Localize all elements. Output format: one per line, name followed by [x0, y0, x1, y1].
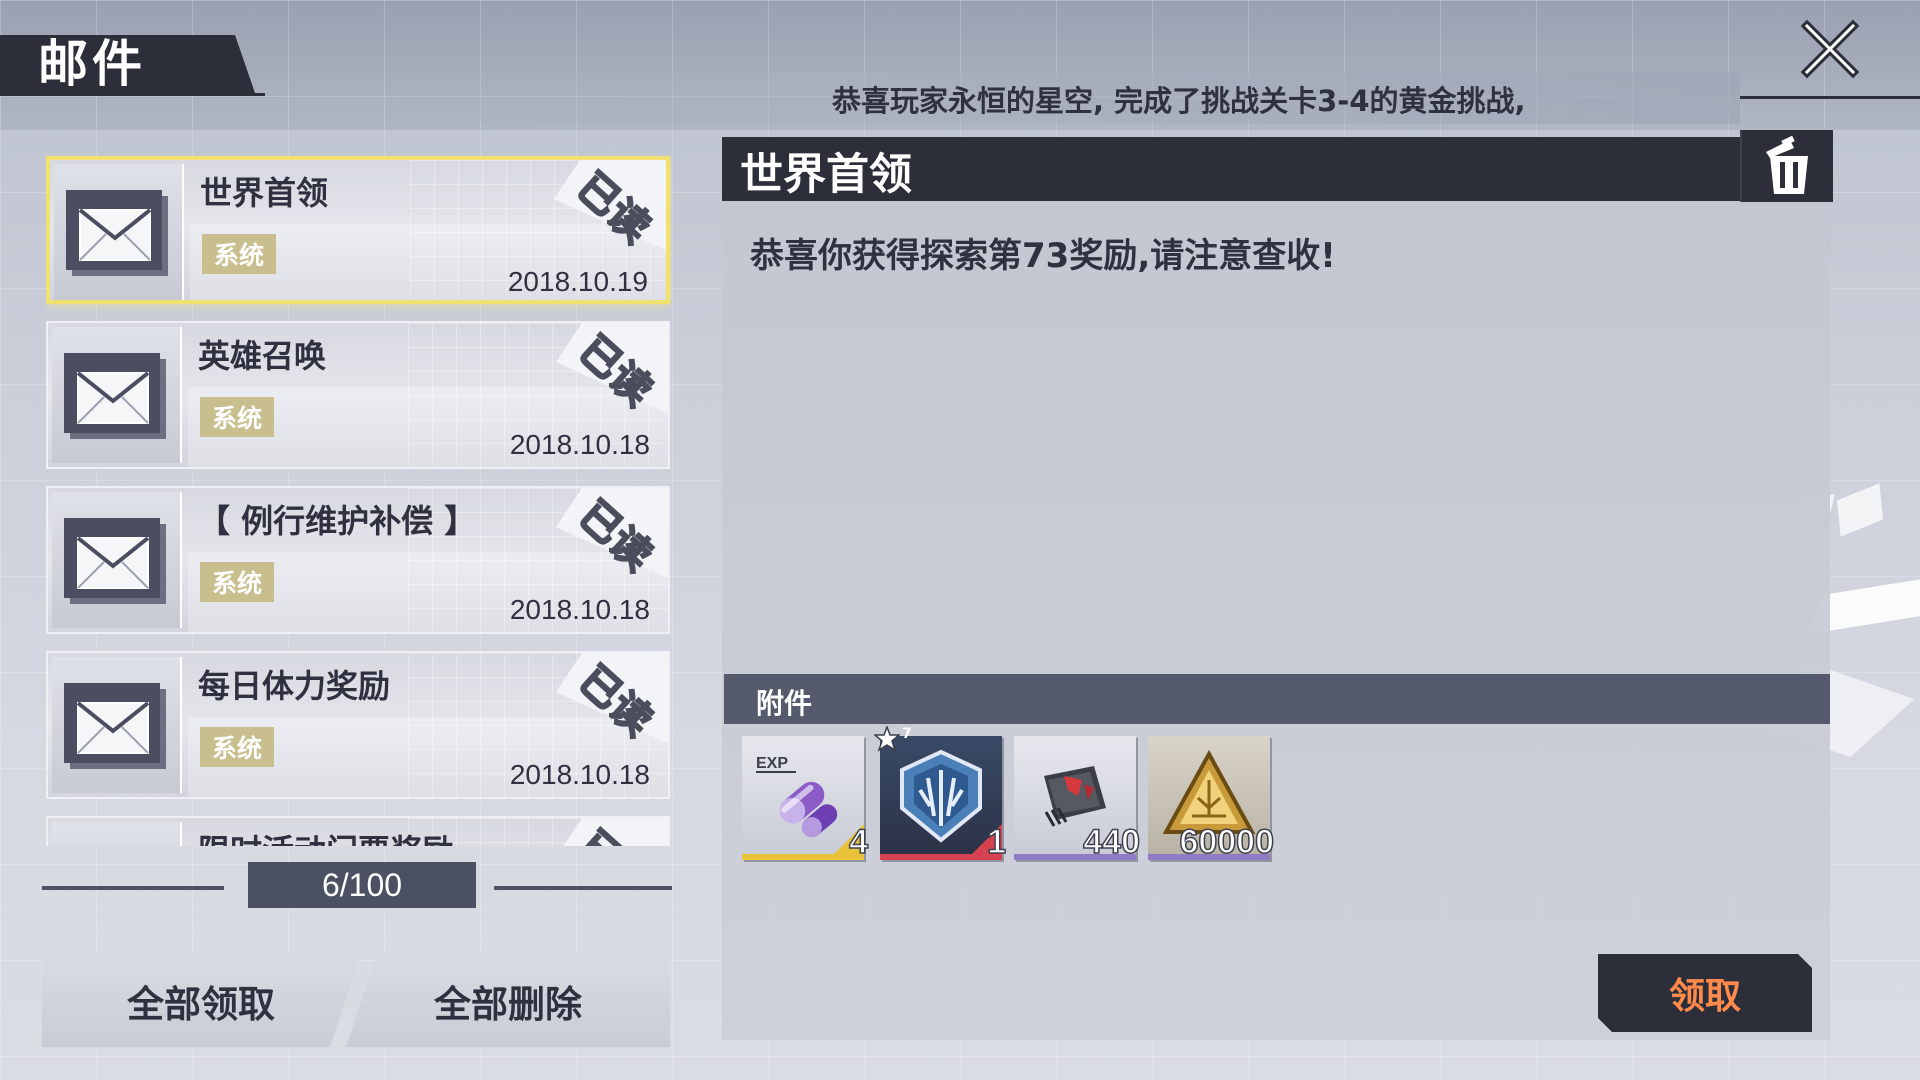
mail-title: 每日体力奖励 — [198, 667, 391, 705]
item-count: 4 — [848, 822, 868, 862]
mail-list[interactable]: 世界首领 系统 2018.10.19 已读 英雄召唤 系统 2018.10.18… — [46, 156, 672, 846]
envelope-box — [52, 822, 182, 846]
mail-item[interactable]: 世界首领 系统 2018.10.19 已读 — [46, 156, 670, 304]
svg-text:EXP: EXP — [756, 755, 788, 772]
delete-mail-button[interactable] — [1740, 130, 1833, 202]
envelope-icon — [62, 842, 172, 846]
mail-item[interactable]: 英雄召唤 系统 2018.10.18 已读 — [46, 321, 670, 469]
read-stamp: 已读 — [556, 323, 668, 417]
envelope-icon — [64, 683, 166, 769]
mail-item[interactable]: 每日体力奖励 系统 2018.10.18 已读 — [46, 651, 670, 799]
attachments-header — [724, 674, 1830, 724]
mail-body-text: 恭喜你获得探索第73奖励,请注意查收! — [750, 236, 1336, 276]
envelope-icon — [66, 190, 168, 276]
crest-shield-icon — [900, 749, 982, 843]
mail-title: 限时活动门票奖励 — [198, 826, 454, 846]
mail-tag: 系统 — [200, 727, 274, 767]
mail-title: 世界首领 — [200, 174, 329, 212]
read-stamp: 已读 — [556, 653, 668, 747]
envelope-box — [54, 164, 184, 300]
item-count: 1 — [986, 822, 1006, 862]
mail-item[interactable]: 限时活动门票奖励 系统 已读 — [46, 816, 670, 846]
envelope-icon — [64, 353, 166, 439]
mail-tag: 系统 — [202, 234, 276, 274]
counter-line-left — [42, 886, 224, 890]
claim-all-button[interactable]: 全部领取 — [42, 955, 360, 1047]
mail-tag: 系统 — [200, 397, 274, 437]
mail-title: 【 例行维护补偿 】 — [198, 502, 477, 540]
star-icon — [874, 726, 900, 752]
mail-date: 2018.10.18 — [509, 759, 650, 790]
attachment-item[interactable]: 440 — [1014, 736, 1141, 862]
claim-button[interactable]: 领取 — [1598, 954, 1812, 1032]
envelope-box — [52, 492, 182, 628]
attachment-item[interactable]: 60000 — [1148, 736, 1275, 862]
mail-date: 2018.10.18 — [509, 594, 650, 625]
mail-date: 2018.10.19 — [507, 266, 648, 297]
read-stamp: 已读 — [554, 160, 666, 254]
corner-line — [1740, 96, 1920, 99]
close-button[interactable] — [1795, 14, 1865, 84]
attachment-item[interactable]: EXP 4 — [742, 736, 869, 862]
item-level: 7 — [902, 726, 912, 742]
close-icon — [1800, 19, 1860, 79]
detail-title: 世界首领 — [740, 150, 912, 200]
item-count: 440 — [1083, 822, 1141, 862]
exp-capsule-icon: EXP — [756, 755, 838, 838]
attachment-item[interactable]: 7 1 — [874, 726, 1007, 862]
page-title: 邮件 — [38, 35, 146, 93]
mail-title: 英雄召唤 — [198, 337, 327, 375]
item-count: 60000 — [1179, 822, 1275, 862]
mail-item[interactable]: 【 例行维护补偿 】 系统 2018.10.18 已读 — [46, 486, 670, 634]
mail-counter: 6/100 — [248, 862, 476, 908]
envelope-box — [52, 657, 182, 793]
envelope-box — [52, 327, 182, 463]
announcement-text: 恭喜玩家永恒的星空, 完成了挑战关卡3-4的黄金挑战, — [832, 84, 1526, 118]
read-stamp: 已读 — [556, 488, 668, 582]
bulk-actions: 全部领取 全部删除 — [42, 955, 670, 1047]
mail-tag: 系统 — [200, 562, 274, 602]
delete-all-button[interactable]: 全部删除 — [346, 955, 670, 1047]
mail-date: 2018.10.18 — [509, 429, 650, 460]
envelope-icon — [64, 518, 166, 604]
counter-line-right — [494, 886, 672, 890]
title-underline — [0, 93, 265, 96]
trash-icon — [1766, 136, 1808, 194]
attachments-label: 附件 — [756, 687, 813, 720]
read-stamp: 已读 — [556, 818, 668, 846]
